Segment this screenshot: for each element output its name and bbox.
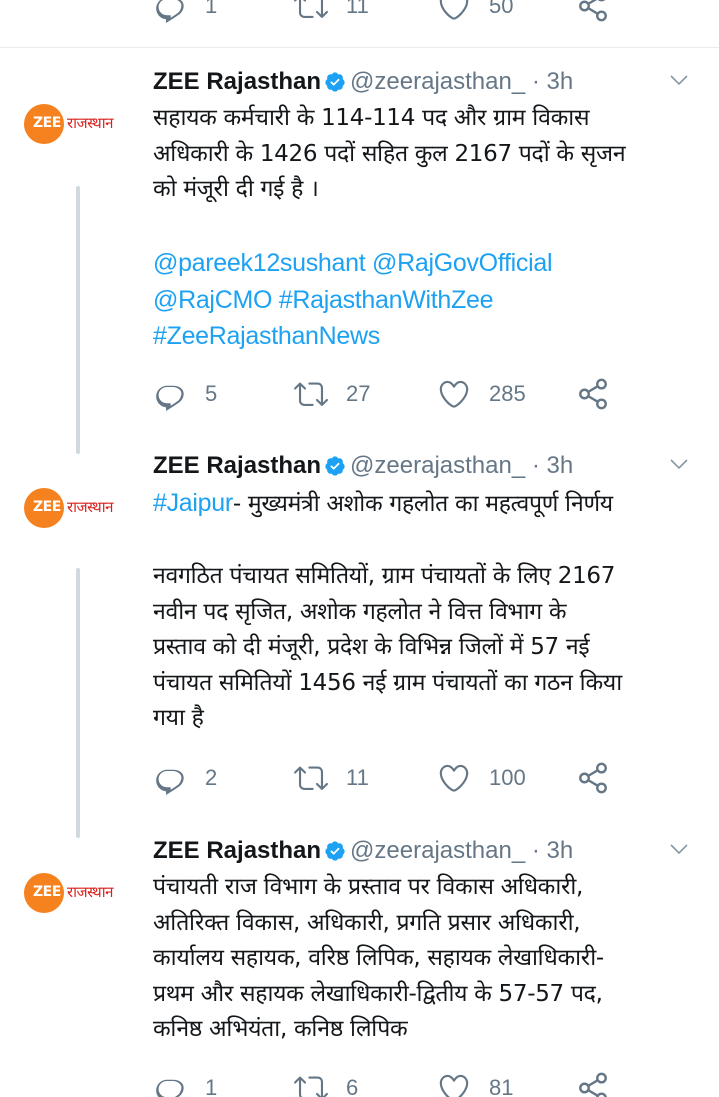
reply-icon	[153, 761, 187, 795]
share-icon[interactable]	[576, 1071, 610, 1097]
account-name[interactable]: ZEE Rajasthan	[153, 452, 321, 479]
reply-button[interactable]: 1	[153, 1068, 217, 1097]
retweet-count: 11	[346, 765, 369, 790]
avatar-zee-text: ZEE	[33, 115, 61, 131]
retweet-button[interactable]: 6	[294, 1068, 358, 1097]
chevron-down-icon[interactable]	[665, 452, 693, 476]
tweet-header: ZEE Rajasthan @zeerajasthan_ · 3h	[153, 837, 693, 871]
reply-count: 1	[205, 1075, 218, 1097]
retweet-icon	[294, 0, 328, 23]
retweet-count: 27	[346, 381, 371, 406]
avatar-rajasthan-text: राजस्थान	[67, 498, 113, 516]
tweet-actions: 1 11 50	[153, 0, 653, 26]
retweet-button[interactable]: 11	[294, 0, 369, 26]
reply-icon	[153, 0, 187, 23]
thread-line	[76, 568, 80, 838]
reply-button[interactable]: 2	[153, 758, 217, 798]
tweet-header: ZEE Rajasthan @zeerajasthan_ · 3h	[153, 68, 693, 102]
share-icon[interactable]	[576, 0, 610, 23]
account-handle[interactable]: @zeerajasthan_ · 3h	[350, 68, 573, 95]
like-button[interactable]: 285	[437, 374, 526, 414]
reply-button[interactable]: 1	[153, 0, 217, 26]
reply-count: 5	[205, 381, 218, 406]
like-count: 81	[489, 1075, 514, 1097]
avatar-rajasthan-text: राजस्थान	[67, 114, 113, 132]
account-handle[interactable]: @zeerajasthan_ · 3h	[350, 837, 573, 864]
like-icon	[437, 1071, 471, 1097]
avatar-rajasthan-text: राजस्थान	[67, 883, 113, 901]
reply-count: 1	[205, 0, 218, 18]
tweet-actions: 5 27 285	[153, 374, 653, 414]
avatar[interactable]: ZEE राजस्थान	[24, 104, 132, 144]
tweet-text: सहायक कर्मचारी के 114-114 पद और ग्राम वि…	[153, 105, 626, 202]
share-icon[interactable]	[576, 377, 610, 411]
hashtag-link[interactable]: #Jaipur	[153, 489, 233, 517]
retweet-count: 6	[346, 1075, 359, 1097]
retweet-icon	[294, 761, 328, 795]
like-count: 285	[489, 381, 526, 406]
tweet-text: - मुख्यमंत्री अशोक गहलोत का महत्वपूर्ण न…	[232, 491, 613, 517]
like-button[interactable]: 50	[437, 0, 513, 26]
retweet-button[interactable]: 27	[294, 374, 370, 414]
retweet-icon	[294, 377, 328, 411]
account-name[interactable]: ZEE Rajasthan	[153, 837, 321, 864]
avatar[interactable]: ZEE राजस्थान	[24, 488, 132, 528]
avatar-zee-text: ZEE	[33, 884, 61, 900]
reply-icon	[153, 1071, 187, 1097]
verified-badge-icon	[324, 840, 346, 862]
account-name[interactable]: ZEE Rajasthan	[153, 68, 321, 95]
divider	[0, 47, 719, 48]
tweet-tags: @pareek12sushant @RajGovOfficial @RajCMO…	[153, 246, 698, 356]
retweet-count: 11	[346, 0, 369, 18]
like-button[interactable]: 81	[437, 1068, 513, 1097]
verified-badge-icon	[324, 71, 346, 93]
thread-line	[76, 186, 80, 454]
like-icon	[437, 0, 471, 23]
tweet-link[interactable]: #ZeeRajasthanNews	[153, 322, 380, 350]
account-handle[interactable]: @zeerajasthan_ · 3h	[350, 452, 573, 479]
chevron-down-icon[interactable]	[665, 68, 693, 92]
tweet-first-line: #Jaipur- मुख्यमंत्री अशोक गहलोत का महत्व…	[153, 486, 698, 523]
tweet-header: ZEE Rajasthan @zeerajasthan_ · 3h	[153, 452, 693, 486]
tweet-actions: 2 11 100	[153, 758, 653, 798]
tweet-text: नवगठित पंचायत समितियों, ग्राम पंचायतों क…	[153, 563, 622, 731]
tweet-text: पंचायती राज विभाग के प्रस्ताव पर विकास अ…	[153, 874, 604, 1042]
tweet-link[interactable]: @pareek12sushant @RajGovOfficial	[153, 249, 553, 277]
reply-icon	[153, 377, 187, 411]
like-icon	[437, 377, 471, 411]
chevron-down-icon[interactable]	[665, 837, 693, 861]
like-count: 50	[489, 0, 514, 18]
share-icon[interactable]	[576, 761, 610, 795]
tweet-actions: 1 6 81	[153, 1068, 653, 1097]
verified-badge-icon	[324, 455, 346, 477]
like-icon	[437, 761, 471, 795]
avatar-zee-text: ZEE	[33, 499, 61, 515]
reply-button[interactable]: 5	[153, 374, 217, 414]
retweet-icon	[294, 1071, 328, 1097]
avatar[interactable]: ZEE राजस्थान	[24, 873, 132, 913]
like-count: 100	[489, 765, 526, 790]
like-button[interactable]: 100	[437, 758, 526, 798]
previous-tweet-actions: 1 11 50	[0, 0, 719, 26]
reply-count: 2	[205, 765, 218, 790]
retweet-button[interactable]: 11	[294, 758, 369, 798]
tweet-link[interactable]: @RajCMO #RajasthanWithZee	[153, 286, 494, 314]
